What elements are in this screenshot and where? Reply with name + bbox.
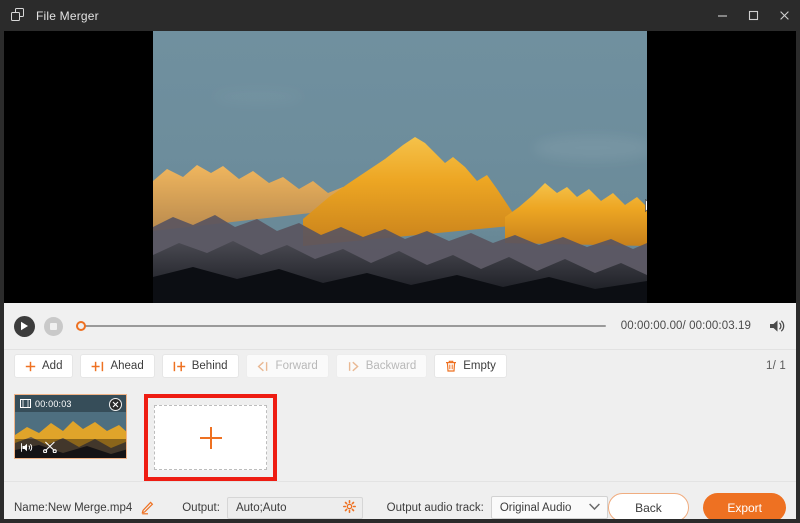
empty-button-label: Empty bbox=[463, 360, 496, 372]
bottom-bar: Name:New Merge.mp4 Output: Auto;Auto Out… bbox=[0, 482, 800, 523]
ahead-button[interactable]: Ahead bbox=[80, 354, 155, 378]
time-display: 00:00:00.00/ 00:00:03.19 bbox=[620, 320, 751, 332]
output-label: Output: bbox=[182, 501, 220, 514]
file-merger-window: File Merger 00:00:00.00/ 00:00:03.19 Add… bbox=[0, 0, 800, 523]
chevron-down-icon bbox=[588, 502, 601, 514]
clip-strip: 00:00:03 bbox=[0, 382, 800, 482]
window-controls bbox=[707, 0, 800, 31]
plus-icon bbox=[199, 426, 222, 449]
window-title: File Merger bbox=[36, 8, 99, 23]
back-button[interactable]: Back bbox=[607, 493, 690, 522]
add-button[interactable]: Add bbox=[14, 354, 74, 378]
preview-mountains bbox=[153, 137, 647, 303]
volume-icon[interactable] bbox=[768, 318, 786, 334]
title-bar: File Merger bbox=[0, 0, 800, 31]
bar-left-plus-icon bbox=[173, 361, 186, 372]
backward-button[interactable]: Backward bbox=[335, 354, 428, 378]
window-left-edge bbox=[0, 31, 4, 523]
add-file-tile[interactable] bbox=[154, 405, 267, 470]
export-button[interactable]: Export bbox=[703, 493, 786, 522]
ahead-button-label: Ahead bbox=[110, 360, 144, 372]
progress-slider[interactable] bbox=[76, 318, 606, 334]
film-strip-icon bbox=[20, 395, 31, 413]
stop-button[interactable] bbox=[44, 316, 63, 336]
play-button[interactable] bbox=[14, 315, 35, 337]
progress-track bbox=[76, 325, 606, 327]
player-bar: 00:00:00.00/ 00:00:03.19 bbox=[0, 303, 800, 350]
mute-icon[interactable] bbox=[20, 440, 35, 458]
add-tile-highlight bbox=[144, 394, 277, 481]
behind-button[interactable]: Behind bbox=[161, 354, 239, 378]
window-right-edge bbox=[796, 31, 800, 523]
minimize-button[interactable] bbox=[707, 0, 738, 31]
pencil-icon[interactable] bbox=[140, 501, 154, 515]
trash-icon bbox=[445, 360, 457, 372]
maximize-button[interactable] bbox=[738, 0, 769, 31]
mouse-cursor-icon bbox=[645, 199, 647, 213]
clip-toolbar: Add Ahead Behind Forward Backward Empty … bbox=[0, 350, 800, 382]
title-bar-left: File Merger bbox=[0, 7, 99, 24]
plus-icon bbox=[25, 361, 36, 372]
clip-bottom-overlay bbox=[15, 439, 126, 458]
clip-remove-button[interactable] bbox=[109, 398, 122, 411]
close-button[interactable] bbox=[769, 0, 800, 31]
page-counter: 1/ 1 bbox=[766, 360, 786, 372]
output-format-field[interactable]: Auto;Auto bbox=[226, 496, 363, 519]
forward-button-label: Forward bbox=[275, 360, 318, 372]
audio-track-label: Output audio track: bbox=[386, 501, 484, 514]
backward-button-label: Backward bbox=[365, 360, 417, 372]
chevron-left-bar-icon bbox=[257, 361, 270, 372]
empty-button[interactable]: Empty bbox=[434, 354, 507, 378]
video-frame bbox=[153, 31, 647, 303]
stacked-windows-icon bbox=[11, 7, 27, 24]
scissors-icon[interactable] bbox=[43, 440, 57, 458]
progress-handle[interactable] bbox=[76, 321, 86, 331]
plus-bar-right-icon bbox=[91, 361, 104, 372]
gear-icon[interactable] bbox=[342, 499, 356, 516]
clip-thumbnail[interactable]: 00:00:03 bbox=[14, 394, 127, 459]
video-preview-area[interactable] bbox=[0, 31, 800, 303]
window-bottom-edge bbox=[0, 519, 800, 523]
output-name-label: Name:New Merge.mp4 bbox=[14, 501, 133, 514]
output-format-value: Auto;Auto bbox=[235, 501, 287, 514]
behind-button-label: Behind bbox=[191, 360, 228, 372]
audio-track-select[interactable]: Original Audio bbox=[490, 496, 608, 519]
bar-chevron-right-icon bbox=[347, 361, 360, 372]
add-button-label: Add bbox=[42, 360, 63, 372]
forward-button[interactable]: Forward bbox=[245, 354, 329, 378]
clip-duration: 00:00:03 bbox=[35, 398, 72, 409]
audio-track-value: Original Audio bbox=[499, 501, 572, 514]
